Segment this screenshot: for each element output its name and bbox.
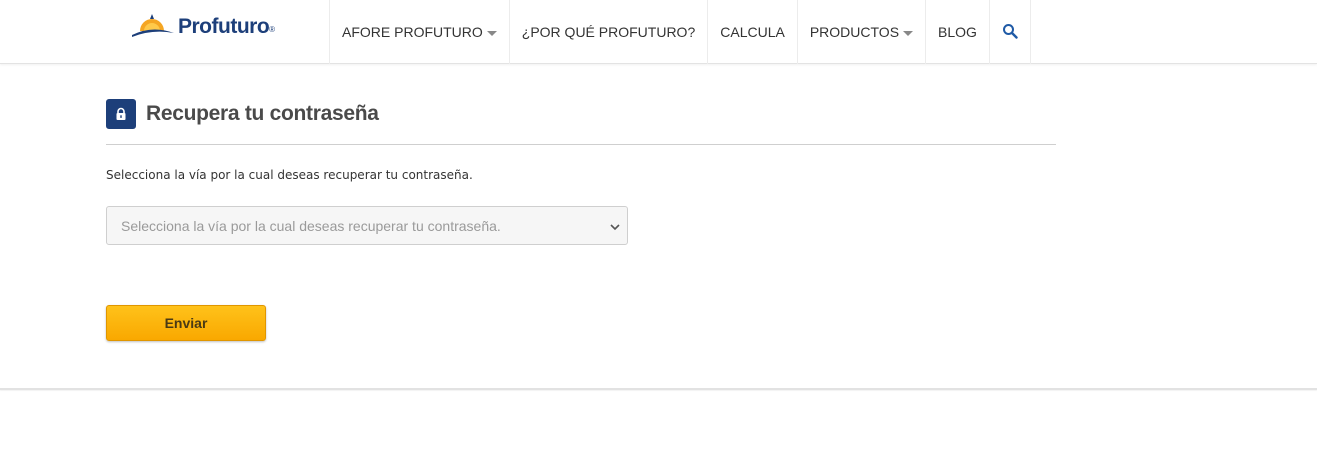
search-icon: [1002, 23, 1018, 42]
title-divider: [106, 144, 1056, 145]
recovery-method-select[interactable]: Selecciona la vía por la cual deseas rec…: [106, 206, 628, 245]
lock-icon: [106, 99, 136, 129]
chevron-down-icon: [609, 220, 621, 238]
page-header: Recupera tu contraseña: [106, 99, 379, 129]
nav-label: BLOG: [938, 24, 977, 40]
caret-down-icon: [903, 30, 914, 36]
main-nav: AFORE PROFUTURO ¿POR QUÉ PROFUTURO? CALC…: [329, 0, 1031, 64]
nav-productos[interactable]: PRODUCTOS: [796, 0, 925, 64]
nav-label: AFORE PROFUTURO: [342, 24, 483, 40]
nav-label: PRODUCTOS: [809, 24, 900, 40]
select-value: Selecciona la vía por la cual deseas rec…: [121, 217, 501, 234]
submit-button[interactable]: Enviar: [106, 305, 266, 341]
logo-registered-mark: ®: [269, 24, 276, 34]
caret-down-icon: [486, 30, 497, 36]
nav-label: CALCULA: [720, 24, 785, 40]
nav-blog[interactable]: BLOG: [925, 0, 989, 64]
nav-por-que-profuturo[interactable]: ¿POR QUÉ PROFUTURO?: [508, 0, 707, 64]
nav-afore-profuturo[interactable]: AFORE PROFUTURO: [329, 0, 509, 64]
search-button[interactable]: [988, 0, 1031, 64]
profuturo-logo[interactable]: Profuturo ®: [130, 12, 275, 42]
site-header: Profuturo ® AFORE PROFUTURO ¿POR QUÉ PROF…: [0, 0, 1317, 64]
nav-calcula[interactable]: CALCULA: [707, 0, 797, 64]
sun-logo-icon: [130, 13, 176, 41]
footer-divider: [0, 388, 1317, 390]
instructions-text: Selecciona la vía por la cual deseas rec…: [106, 168, 473, 182]
page-title: Recupera tu contraseña: [146, 102, 379, 125]
nav-label: ¿POR QUÉ PROFUTURO?: [521, 24, 696, 40]
logo-wordmark: Profuturo: [178, 15, 270, 38]
